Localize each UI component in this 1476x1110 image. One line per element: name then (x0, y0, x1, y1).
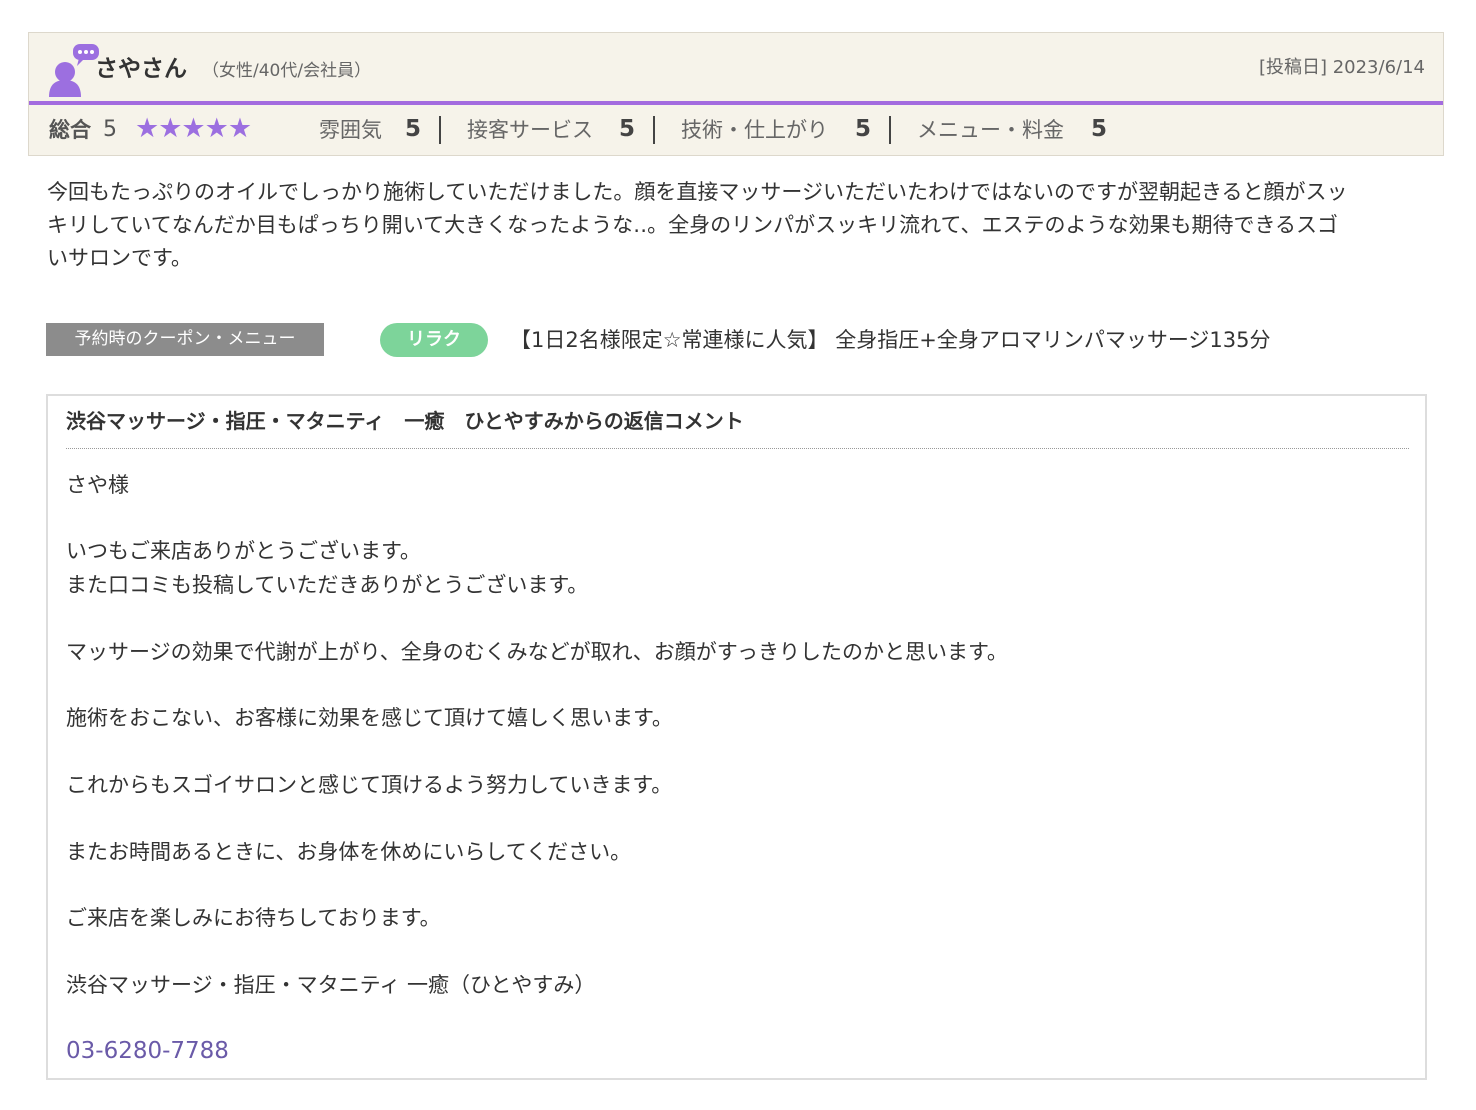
reply-greeting: さや様 (66, 473, 129, 497)
total-rating-score: 5 (103, 117, 117, 142)
salon-phone-link[interactable]: 03-6280-7788 (66, 1037, 229, 1065)
rating-technique-label: 技術・仕上がり (681, 118, 828, 142)
reviewer-name: さやさん (95, 56, 187, 82)
rating-atmosphere-label: 雰囲気 (319, 118, 382, 142)
review-text-line: 今回もたっぷりのオイルでしっかり施術していただけました。顔を直接マッサージいただ… (47, 180, 1348, 204)
star-rating-icons: ★★★★★ (135, 113, 252, 144)
reviewer-attributes: （女性/40代/会社員） (202, 61, 372, 81)
rating-service-score: 5 (619, 116, 636, 142)
coupon-menu-name[interactable]: 【1日2名様限定☆常連様に人気】 全身指圧+全身アロマリンパマッサージ135分 (510, 324, 1270, 356)
reply-paragraph: また口コミも投稿していただきありがとうございます。 (66, 573, 589, 597)
reply-title: 渋谷マッサージ・指圧・マタニティ 一癒 ひとやすみからの返信コメント (66, 409, 744, 433)
review-text-line: キリしていてなんだか目もぱっちり開いて大きくなったような‥。全身のリンパがスッキ… (47, 213, 1339, 237)
rating-divider (439, 116, 441, 144)
review-text: 今回もたっぷりのオイルでしっかり施術していただけました。顔を直接マッサージいただ… (47, 176, 1427, 275)
rating-divider (889, 116, 891, 144)
coupon-category-tag[interactable]: リラク (380, 323, 488, 357)
reply-paragraph: マッサージの効果で代謝が上がり、全身のむくみなどが取れ、お顔がすっきりしたのかと… (66, 640, 1008, 664)
rating-service-label: 接客サービス (467, 118, 593, 142)
reply-paragraph: これからもスゴイサロンと感じて頂けるよう努力していきます。 (66, 773, 673, 797)
coupon-menu-label: 予約時のクーポン・メニュー (46, 323, 324, 356)
reply-divider (66, 448, 1409, 449)
rating-menu-price-score: 5 (1091, 116, 1108, 142)
reviewer-row: さやさん （女性/40代/会社員） [投稿日] 2023/6/14 (29, 33, 1443, 105)
salon-reply-box: 渋谷マッサージ・指圧・マタニティ 一癒 ひとやすみからの返信コメント さや様 い… (46, 394, 1427, 1080)
rating-divider (653, 116, 655, 144)
review-text-line: いサロンです。 (47, 246, 192, 270)
rating-technique-score: 5 (855, 116, 872, 142)
reply-paragraph: またお時間あるときに、お身体を休めにいらしてください。 (66, 840, 632, 864)
post-date: [投稿日] 2023/6/14 (1258, 57, 1425, 78)
reply-paragraph: ご来店を楽しみにお待ちしております。 (66, 906, 441, 930)
total-rating-label: 総合 (49, 118, 91, 142)
reply-paragraph: 施術をおこない、お客様に効果を感じて頂けて嬉しく思います。 (66, 706, 673, 730)
reply-signature: 渋谷マッサージ・指圧・マタニティ 一癒（ひとやすみ） (66, 973, 596, 997)
review-header: さやさん （女性/40代/会社員） [投稿日] 2023/6/14 総合 5 ★… (28, 32, 1444, 156)
ratings-row: 総合 5 ★★★★★ 雰囲気 5 接客サービス 5 技術・仕上がり 5 メニュー… (29, 105, 1443, 157)
rating-menu-price-label: メニュー・料金 (917, 118, 1064, 142)
rating-atmosphere-score: 5 (405, 116, 422, 142)
reply-paragraph: いつもご来店ありがとうございます。 (66, 539, 421, 563)
